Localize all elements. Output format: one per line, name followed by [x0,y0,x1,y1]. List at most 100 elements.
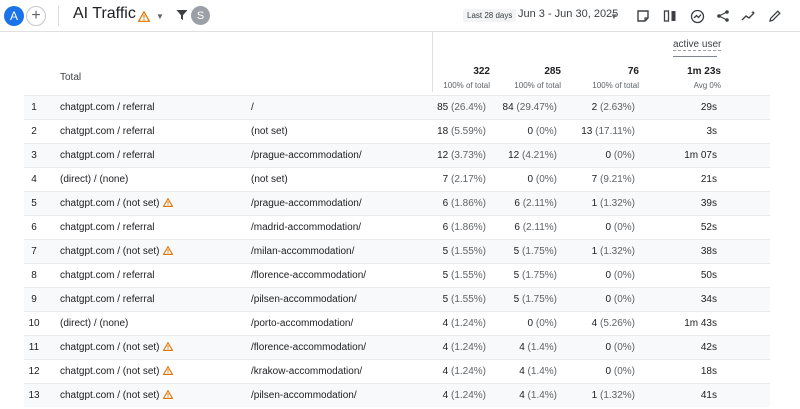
metric-1-value: 4 [442,342,449,353]
filter-icon[interactable] [176,8,188,26]
source-text: chatgpt.com / (not set) [60,342,160,353]
metric-2-value: 5 [513,270,520,281]
page-path: (not set) [251,126,288,137]
metric-4-value: 21s [700,174,717,185]
metric-3-value: 1 [591,198,598,209]
metric-4-value: 42s [700,342,717,353]
metric-1-percent: (1.55%) [450,270,486,281]
date-chevron-down-icon[interactable]: ▼ [610,12,618,21]
table-row[interactable]: 11 chatgpt.com / (not set) /florence-accom… [24,335,770,359]
metric-3: 1 (1.32%) [592,246,635,257]
chevron-down-icon[interactable]: ▼ [156,12,164,21]
table-row[interactable]: 6 chatgpt.com / referral/madrid-accommoda… [24,215,770,239]
session-source-medium: (direct) / (none) [60,318,128,329]
date-range-label[interactable]: Last 28 days [463,9,517,22]
metric-1: 4 (1.24%) [443,366,486,377]
metric-1: 12 (3.73%) [437,150,486,161]
user-chip[interactable]: S [191,6,210,25]
comment-icon[interactable] [634,7,652,25]
account-avatar[interactable]: A [4,6,24,26]
source-text: chatgpt.com / (not set) [60,198,160,209]
warning-icon[interactable] [137,9,151,27]
metric-3-percent: (2.63%) [599,102,635,113]
metric-1: 4 (1.24%) [443,390,486,401]
metric-3: 0 (0%) [606,366,635,377]
metric-2: 0 (0%) [528,174,557,185]
add-comparison-button[interactable]: + [26,6,46,26]
metric-3: 13 (17.11%) [581,126,635,137]
toolbar-divider [58,6,59,26]
metric-3-percent: (9.21%) [599,174,635,185]
total-label: Total [60,72,82,83]
warning-icon[interactable] [162,197,173,210]
insights-icon[interactable] [688,7,706,25]
session-source-medium: chatgpt.com / (not set) [60,197,173,210]
metric-2: 4 (1.4%) [519,366,557,377]
total-sub-4: Avg 0% [693,81,721,90]
metric-2-percent: (2.11%) [522,222,557,233]
table-row[interactable]: 10 (direct) / (none) /porto-accommodation/… [24,311,770,335]
metric-2: 4 (1.4%) [519,342,557,353]
page-path: (not set) [251,174,288,185]
metric-2-percent: (4.21%) [521,150,557,161]
trend-icon[interactable] [740,7,758,25]
metric-1: 6 (1.86%) [443,198,486,209]
session-source-medium: chatgpt.com / (not set) [60,341,173,354]
source-text: chatgpt.com / referral [60,270,155,281]
page-path: /pilsen-accommodation/ [251,294,357,305]
total-value-2: 285 [544,66,561,77]
session-source-medium: chatgpt.com / referral [60,126,154,137]
session-source-medium: chatgpt.com / (not set) [60,365,173,378]
metric-1-percent: (5.59%) [450,126,486,137]
share-icon[interactable] [714,7,732,25]
metric-2-value: 4 [519,390,525,401]
warning-icon[interactable] [162,389,173,402]
metric-1-percent: (1.24%) [450,366,486,377]
table-row[interactable]: 2 chatgpt.com / referral (not set) 18 (5.59… [24,119,770,143]
compare-icon[interactable] [661,7,679,25]
session-source-medium: chatgpt.com / referral [60,222,154,233]
table-row[interactable]: 8 chatgpt.com / referral/florence-accommo… [24,263,770,287]
metric-3: 4 (5.26%) [592,318,635,329]
metric-3-value: 1 [591,246,598,257]
metric-1: 5 (1.55%) [443,246,486,257]
row-index: 11 [28,342,40,353]
total-value-4: 1m 23s [687,66,721,77]
warning-icon[interactable] [162,245,173,258]
edit-icon[interactable] [766,7,784,25]
metric-4-value: 1m 43s [684,318,717,329]
total-value-1: 322 [473,66,490,77]
column-header-active-user[interactable]: active user [673,39,722,51]
report-title: AI Traffic [73,5,136,22]
metric-3-value: 7 [591,174,598,185]
date-range-value[interactable]: Jun 3 - Jun 30, 2025 [518,8,618,20]
table-row[interactable]: 13 chatgpt.com / (not set) /pilsen-accommo… [24,383,770,407]
metric-1: 4 (1.24%) [443,342,486,353]
row-index: 4 [31,174,37,185]
metric-2-value: 6 [514,222,520,233]
table-row[interactable]: 7 chatgpt.com / (not set) /milan-accommoda… [24,239,770,263]
row-index: 8 [31,270,37,281]
metric-2-value: 6 [514,198,520,209]
metric-2-percent: (0%) [535,318,557,329]
metric-1-value: 5 [442,246,449,257]
metric-2-percent: (1.4%) [527,390,557,401]
table-row[interactable]: 12 chatgpt.com / (not set) /krakow-accommo… [24,359,770,383]
row-index: 7 [31,246,37,257]
table-row[interactable]: 1 chatgpt.com / referral / 85 (26.4%) 84 (29… [24,95,770,119]
metric-2-percent: (29.47%) [516,102,557,113]
warning-icon[interactable] [162,365,173,378]
page-path: /porto-accommodation/ [251,318,354,329]
metric-3-value: 0 [605,366,612,377]
metric-1: 85 (26.4%) [437,102,486,113]
metric-2-percent: (0%) [535,126,557,137]
source-text: chatgpt.com / referral [60,222,155,233]
table-row[interactable]: 5 chatgpt.com / (not set) /prague-accommod… [24,191,770,215]
table-row[interactable]: 3 chatgpt.com / referral/prague-accommoda… [24,143,770,167]
metric-3: 1 (1.32%) [592,390,635,401]
table-row[interactable]: 9 chatgpt.com / referral/pilsen-accommoda… [24,287,770,311]
warning-icon[interactable] [162,341,173,354]
table-row[interactable]: 4 (direct) / (none) (not set) 7 (2.17%) 0 (0… [24,167,770,191]
metric-1-value: 6 [442,222,449,233]
row-index: 10 [28,318,40,329]
